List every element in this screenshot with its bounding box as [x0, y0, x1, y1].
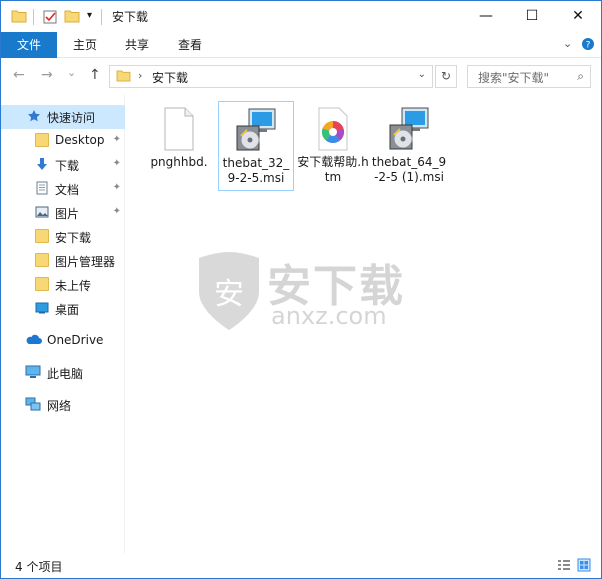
- sidebar-item-downloads[interactable]: 下载 ✦: [1, 153, 125, 177]
- sidebar-item-desktop-cn[interactable]: 桌面: [1, 297, 125, 321]
- folder-icon: [35, 133, 49, 147]
- search-input[interactable]: 搜索"安下载" ⌕: [467, 65, 591, 88]
- sidebar-item-label: 网络: [47, 399, 72, 413]
- document-icon: [36, 181, 48, 195]
- tab-share[interactable]: 共享: [113, 32, 161, 58]
- download-icon: [37, 158, 47, 170]
- properties-icon[interactable]: [42, 9, 58, 28]
- pin-icon: ✦: [112, 158, 121, 169]
- sidebar-item-not-uploaded[interactable]: 未上传: [1, 273, 125, 297]
- picture-icon: [35, 206, 49, 218]
- installer-icon: [385, 105, 433, 153]
- sidebar-item-label: 下载: [55, 159, 80, 173]
- pin-icon: ✦: [112, 182, 121, 193]
- star-icon: [28, 110, 40, 122]
- file-name: pnghhbd.: [150, 155, 208, 169]
- back-button[interactable]: ←: [13, 67, 25, 83]
- explorer-window: ▾ 安下载 — ☐ ✕ 文件 主页 共享 查看 ⌄ ? ← → ⌄ ↑ › 安下…: [0, 0, 602, 579]
- pin-icon: ✦: [112, 134, 121, 145]
- file-item[interactable]: pnghhbd.: [141, 101, 217, 174]
- computer-icon: [25, 365, 41, 378]
- watermark-subtext: anxz.com: [271, 302, 387, 330]
- address-bar[interactable]: › 安下载 ⌄: [109, 65, 433, 88]
- ribbon-tabs: 文件 主页 共享 查看 ⌄ ?: [1, 32, 601, 58]
- cloud-icon: [26, 334, 42, 344]
- desktop-icon: [35, 302, 49, 314]
- sidebar-item-network[interactable]: 网络: [1, 393, 125, 417]
- item-count: 4 个项目: [15, 560, 63, 574]
- chevron-down-icon[interactable]: ⌄: [418, 69, 426, 80]
- window-title: 安下载: [112, 10, 149, 24]
- htm-file-icon: [309, 105, 357, 153]
- expand-ribbon-icon[interactable]: ⌄: [563, 37, 572, 50]
- svg-text:安: 安: [214, 277, 244, 312]
- folder-icon: [35, 253, 49, 267]
- customize-quick-access-icon[interactable]: ▾: [87, 10, 92, 21]
- search-icon[interactable]: ⌕: [577, 69, 584, 84]
- sidebar-item-picture-manager[interactable]: 图片管理器: [1, 249, 125, 273]
- sidebar-item-label: 未上传: [55, 279, 92, 293]
- file-item[interactable]: thebat_32_9-2-5.msi: [218, 101, 294, 191]
- forward-button[interactable]: →: [41, 67, 53, 83]
- recent-locations-button[interactable]: ⌄: [67, 66, 76, 79]
- title-bar: ▾ 安下载 — ☐ ✕: [1, 1, 601, 32]
- tab-view[interactable]: 查看: [166, 32, 214, 58]
- large-icons-view-icon[interactable]: [577, 558, 591, 572]
- svg-text:?: ?: [586, 41, 591, 51]
- sidebar-item-documents[interactable]: 文档 ✦: [1, 177, 125, 201]
- help-icon[interactable]: ?: [581, 37, 595, 54]
- file-name: thebat_64_9-2-5 (1).msi: [371, 155, 447, 184]
- blank-file-icon: [155, 105, 203, 153]
- details-view-icon[interactable]: [557, 558, 571, 572]
- minimize-button[interactable]: —: [463, 1, 509, 31]
- sidebar-item-label: 图片: [55, 207, 80, 221]
- pin-icon: ✦: [112, 206, 121, 217]
- folder-icon: [35, 277, 49, 291]
- sidebar-item-label: 图片管理器: [55, 255, 116, 269]
- maximize-button[interactable]: ☐: [509, 1, 555, 31]
- file-item[interactable]: thebat_64_9-2-5 (1).msi: [371, 101, 447, 189]
- watermark-logo: 安 安下载 anxz.com: [191, 246, 411, 336]
- status-bar: 4 个项目: [1, 554, 601, 578]
- sidebar-item-label: 快速访问: [47, 111, 96, 125]
- breadcrumb-separator[interactable]: ›: [138, 69, 142, 82]
- divider: [101, 9, 102, 25]
- sidebar-item-label: 此电脑: [47, 367, 84, 381]
- sidebar-item-label: 桌面: [55, 303, 80, 317]
- folder-icon: [116, 70, 131, 82]
- sidebar-item-label: OneDrive: [47, 333, 104, 347]
- installer-icon: [232, 106, 280, 154]
- sidebar-item-onedrive[interactable]: OneDrive: [1, 329, 125, 353]
- tab-home[interactable]: 主页: [61, 32, 109, 58]
- sidebar-item-anxiazai[interactable]: 安下载: [1, 225, 125, 249]
- file-name: 安下载帮助.htm: [297, 155, 369, 184]
- sidebar-item-desktop[interactable]: Desktop ✦: [1, 129, 125, 153]
- sidebar-item-pictures[interactable]: 图片 ✦: [1, 201, 125, 225]
- up-button[interactable]: ↑: [89, 67, 101, 83]
- sidebar-item-quick-access[interactable]: 快速访问: [1, 105, 125, 129]
- folder-icon: [11, 9, 27, 26]
- file-item[interactable]: 安下载帮助.htm: [295, 101, 371, 189]
- search-placeholder: 搜索"安下载": [478, 71, 550, 85]
- network-icon: [25, 397, 41, 411]
- sidebar-item-label: Desktop: [55, 133, 105, 147]
- refresh-button[interactable]: ↻: [435, 65, 457, 88]
- file-name: thebat_32_9-2-5.msi: [222, 156, 290, 185]
- sidebar-item-this-pc[interactable]: 此电脑: [1, 361, 125, 385]
- divider: [33, 9, 34, 25]
- breadcrumb-current[interactable]: 安下载: [152, 69, 188, 86]
- close-button[interactable]: ✕: [555, 1, 601, 31]
- folder-icon: [35, 229, 49, 243]
- navigation-bar: ← → ⌄ ↑ › 安下载 ⌄ ↻ 搜索"安下载" ⌕: [1, 59, 601, 94]
- sidebar-item-label: 安下载: [55, 231, 92, 245]
- navigation-pane: 快速访问 Desktop ✦ 下载 ✦ 文档 ✦ 图片 ✦ 安下载 图片管理器 …: [1, 95, 125, 553]
- tab-file[interactable]: 文件: [1, 32, 57, 58]
- new-folder-icon[interactable]: [64, 9, 80, 26]
- sidebar-item-label: 文档: [55, 183, 80, 197]
